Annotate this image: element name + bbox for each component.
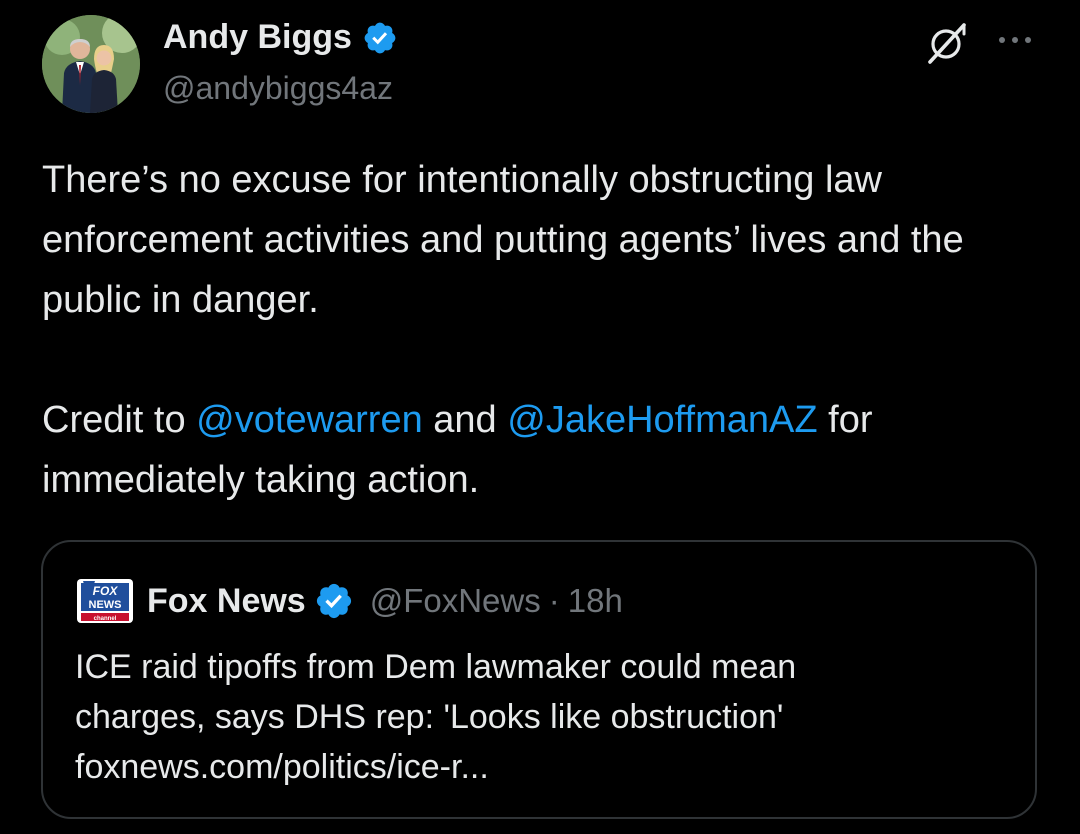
author-name[interactable]: Andy Biggs: [163, 18, 398, 57]
tweet[interactable]: Andy Biggs @andybiggs4az There’s no excu…: [0, 0, 1080, 834]
quoted-text-line-2: charges, says DHS rep: 'Looks like obstr…: [75, 698, 784, 736]
author-handle[interactable]: @andybiggs4az: [163, 70, 393, 107]
more-options-icon[interactable]: [996, 30, 1036, 50]
mention-votewarren[interactable]: @votewarren: [196, 399, 423, 441]
tweet-text-part2: and: [422, 399, 508, 441]
quoted-timestamp[interactable]: 18h: [568, 582, 623, 620]
svg-text:FOX: FOX: [93, 584, 119, 598]
author-name-text[interactable]: Andy Biggs: [163, 18, 352, 57]
svg-text:channel: channel: [94, 616, 117, 622]
quoted-separator: ·: [548, 582, 560, 619]
fox-news-logo-icon[interactable]: FOX NEWS channel: [75, 571, 135, 631]
quoted-tweet-header: FOX NEWS channel Fox News @FoxNews · 18h: [75, 578, 623, 624]
tweet-text: There’s no excuse for intentionally obst…: [42, 150, 1052, 510]
svg-text:NEWS: NEWS: [89, 599, 122, 611]
quoted-tweet-text: ICE raid tipoffs from Dem lawmaker could…: [75, 642, 1015, 792]
author-avatar[interactable]: [42, 15, 140, 113]
quoted-tweet-card[interactable]: FOX NEWS channel Fox News @FoxNews · 18h…: [41, 540, 1037, 819]
quoted-text-line-1: ICE raid tipoffs from Dem lawmaker could…: [75, 648, 797, 686]
verified-badge-icon[interactable]: [362, 20, 398, 56]
quoted-author-handle[interactable]: @FoxNews: [370, 582, 541, 620]
quoted-verified-badge-icon[interactable]: [314, 581, 354, 621]
quoted-link[interactable]: foxnews.com/politics/ice-r...: [75, 742, 1015, 792]
grok-icon[interactable]: [924, 20, 970, 66]
mention-jakehoffmanaz[interactable]: @JakeHoffmanAZ: [507, 399, 817, 441]
quoted-author-name[interactable]: Fox News: [147, 582, 306, 621]
